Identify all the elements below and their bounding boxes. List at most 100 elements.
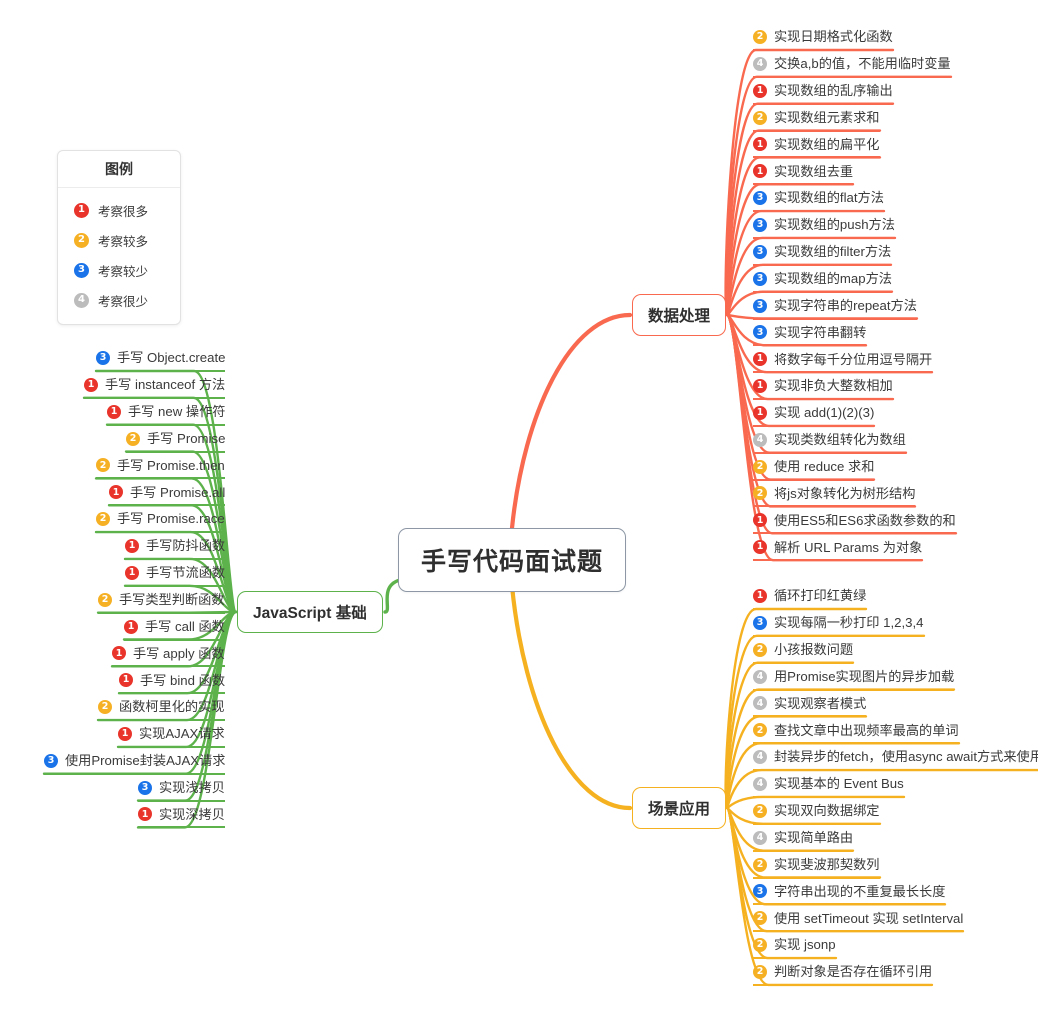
leaf-item-label: 手写 apply 函数	[133, 645, 225, 661]
root-node-label: 手写代码面试题	[421, 548, 604, 576]
leaf-item[interactable]: 4 实现简单路由	[753, 830, 854, 852]
leaf-item[interactable]: 3 实现数组的filter方法	[753, 244, 892, 266]
leaf-item[interactable]: 2 小孩报数问题	[753, 642, 854, 664]
leaf-item[interactable]: 1 实现数组去重	[753, 164, 854, 186]
leaf-item[interactable]: 2 手写 Promise.race	[96, 512, 225, 534]
level-2-badge-icon: 2	[753, 110, 767, 125]
leaf-item[interactable]: 4 封装异步的fetch，使用async await方式来使用	[753, 749, 1038, 772]
leaf-item[interactable]: 1 实现数组的乱序输出	[753, 83, 893, 105]
level-1-badge-icon: 1	[84, 377, 98, 392]
leaf-item[interactable]: 1 手写防抖函数	[125, 538, 226, 560]
leaf-item[interactable]: 1 实现AJAX请求	[118, 726, 225, 748]
level-2-badge-icon: 2	[96, 458, 110, 473]
level-1-badge-icon: 1	[138, 807, 152, 822]
leaf-item-label: 手写防抖函数	[146, 538, 226, 554]
leaf-item[interactable]: 2 手写类型判断函数	[98, 592, 225, 614]
leaf-item[interactable]: 4 交换a,b的值，不能用临时变量	[753, 56, 951, 78]
leaf-item-label: 实现双向数据绑定	[774, 803, 880, 819]
leaf-item[interactable]: 2 实现数组元素求和	[753, 110, 880, 132]
leaf-item[interactable]: 3 手写 Object.create	[96, 351, 226, 372]
leaf-item[interactable]: 1 解析 URL Params 为对象	[753, 539, 923, 562]
leaf-item-label: 手写 Promise	[147, 430, 226, 446]
leaf-item[interactable]: 2 函数柯里化的实现	[98, 700, 225, 722]
branch-node-javascript-basics[interactable]: JavaScript 基础	[237, 591, 383, 633]
leaf-item-label: 字符串出现的不重复最长长度	[774, 883, 946, 899]
branch-node-label: JavaScript 基础	[253, 605, 367, 622]
level-3-badge-icon: 3	[753, 325, 767, 340]
level-1-badge-icon: 1	[753, 379, 767, 394]
leaf-item[interactable]: 4 实现观察者模式	[753, 695, 867, 718]
leaf-item[interactable]: 3 实现数组的map方法	[753, 271, 892, 293]
leaf-item[interactable]: 1 手写 call 函数	[124, 619, 225, 641]
leaf-item[interactable]: 1 循环打印红黄绿	[753, 589, 867, 610]
leaf-item-label: 实现数组的flat方法	[774, 190, 884, 206]
level-3-badge-icon: 3	[753, 884, 767, 899]
leaf-item[interactable]: 4 实现基本的 Event Bus	[753, 776, 904, 798]
legend-row: 3 考察较少	[58, 255, 180, 285]
level-4-badge-icon: 4	[753, 669, 767, 684]
leaf-item[interactable]: 3 实现每隔一秒打印 1,2,3,4	[753, 615, 924, 637]
leaf-item[interactable]: 2 实现日期格式化函数	[753, 30, 893, 51]
leaf-item[interactable]: 2 实现 jsonp	[753, 938, 836, 960]
leaf-item[interactable]: 2 查找文章中出现频率最高的单词	[753, 722, 959, 745]
leaf-item[interactable]: 3 实现数组的flat方法	[753, 190, 884, 213]
leaf-item[interactable]: 1 手写 new 操作符	[107, 404, 226, 426]
leaf-item-label: 实现观察者模式	[774, 695, 867, 711]
leaf-item[interactable]: 3 实现数组的push方法	[753, 217, 895, 239]
level-3-badge-icon: 3	[96, 351, 110, 365]
leaf-item[interactable]: 1 实现非负大整数相加	[753, 379, 893, 401]
leaf-item-label: 实现数组的map方法	[774, 271, 892, 287]
leaf-item[interactable]: 1 手写 instanceof 方法	[84, 377, 226, 399]
leaf-item-label: 查找文章中出现频率最高的单词	[774, 722, 959, 738]
level-1-badge-icon: 1	[753, 589, 767, 603]
leaf-item[interactable]: 4 用Promise实现图片的异步加载	[753, 669, 955, 691]
level-2-badge-icon: 2	[753, 723, 767, 738]
legend-row-label: 考察较多	[98, 234, 149, 249]
leaf-item-label: 解析 URL Params 为对象	[774, 539, 923, 555]
leaf-item-label: 手写 bind 函数	[140, 672, 226, 688]
level-3-badge-icon: 3	[753, 217, 767, 232]
leaf-item[interactable]: 1 手写节流函数	[125, 565, 226, 587]
leaf-item[interactable]: 2 使用 reduce 求和	[753, 459, 875, 481]
leaf-item[interactable]: 1 实现深拷贝	[138, 806, 225, 829]
leaf-item[interactable]: 1 手写 Promise.all	[109, 485, 226, 507]
level-1-badge-icon: 1	[124, 619, 138, 634]
leaf-item[interactable]: 1 手写 apply 函数	[112, 645, 225, 668]
leaf-item[interactable]: 3 字符串出现的不重复最长长度	[753, 883, 946, 906]
root-node[interactable]: 手写代码面试题	[398, 528, 627, 592]
leaf-item[interactable]: 1 将数字每千分位用逗号隔开	[753, 351, 933, 374]
leaf-item[interactable]: 2 手写 Promise	[126, 430, 226, 453]
level-1-badge-icon: 1	[753, 513, 767, 528]
legend-row-label: 考察较少	[98, 264, 149, 279]
leaf-item-label: 封装异步的fetch，使用async await方式来使用	[774, 749, 1038, 765]
branch-node-scenario-application[interactable]: 场景应用	[632, 787, 727, 829]
leaf-item[interactable]: 2 手写 Promise.then	[96, 458, 225, 480]
leaf-item[interactable]: 1 使用ES5和ES6求函数参数的和	[753, 513, 956, 535]
leaf-item-label: 使用 setTimeout 实现 setInterval	[774, 910, 964, 926]
leaf-item[interactable]: 2 实现双向数据绑定	[753, 803, 880, 825]
leaf-item-label: 实现字符串的repeat方法	[774, 297, 917, 313]
level-1-badge-icon: 1	[753, 137, 767, 152]
leaf-item-label: 实现深拷贝	[159, 806, 225, 822]
leaf-item[interactable]: 1 实现 add(1)(2)(3)	[753, 405, 875, 427]
leaf-item-label: 实现 add(1)(2)(3)	[774, 405, 875, 421]
leaf-item[interactable]: 2 将js对象转化为树形结构	[753, 486, 916, 508]
leaf-item[interactable]: 3 使用Promise封装AJAX请求	[44, 753, 226, 775]
level-1-badge-icon: 1	[112, 646, 126, 661]
leaf-item[interactable]: 2 判断对象是否存在循环引用	[753, 964, 933, 986]
leaf-item[interactable]: 2 使用 setTimeout 实现 setInterval	[753, 910, 964, 933]
leaf-item-label: 将数字每千分位用逗号隔开	[774, 351, 933, 367]
leaf-item-label: 实现斐波那契数列	[774, 856, 880, 872]
branch-node-data-processing[interactable]: 数据处理	[632, 294, 727, 336]
leaf-item[interactable]: 1 手写 bind 函数	[119, 672, 226, 695]
leaf-item[interactable]: 3 实现字符串翻转	[753, 325, 867, 347]
leaf-item[interactable]: 2 实现斐波那契数列	[753, 856, 880, 879]
branch-node-label: 场景应用	[648, 801, 711, 818]
leaf-item-label: 实现数组的push方法	[774, 217, 895, 233]
level-1-badge-icon: 1	[753, 540, 767, 555]
legend-title: 图例	[58, 151, 180, 188]
leaf-item[interactable]: 3 实现字符串的repeat方法	[753, 297, 917, 320]
leaf-item[interactable]: 1 实现数组的扁平化	[753, 137, 880, 159]
leaf-item[interactable]: 4 实现类数组转化为数组	[753, 432, 906, 454]
leaf-item[interactable]: 3 实现浅拷贝	[138, 780, 225, 802]
